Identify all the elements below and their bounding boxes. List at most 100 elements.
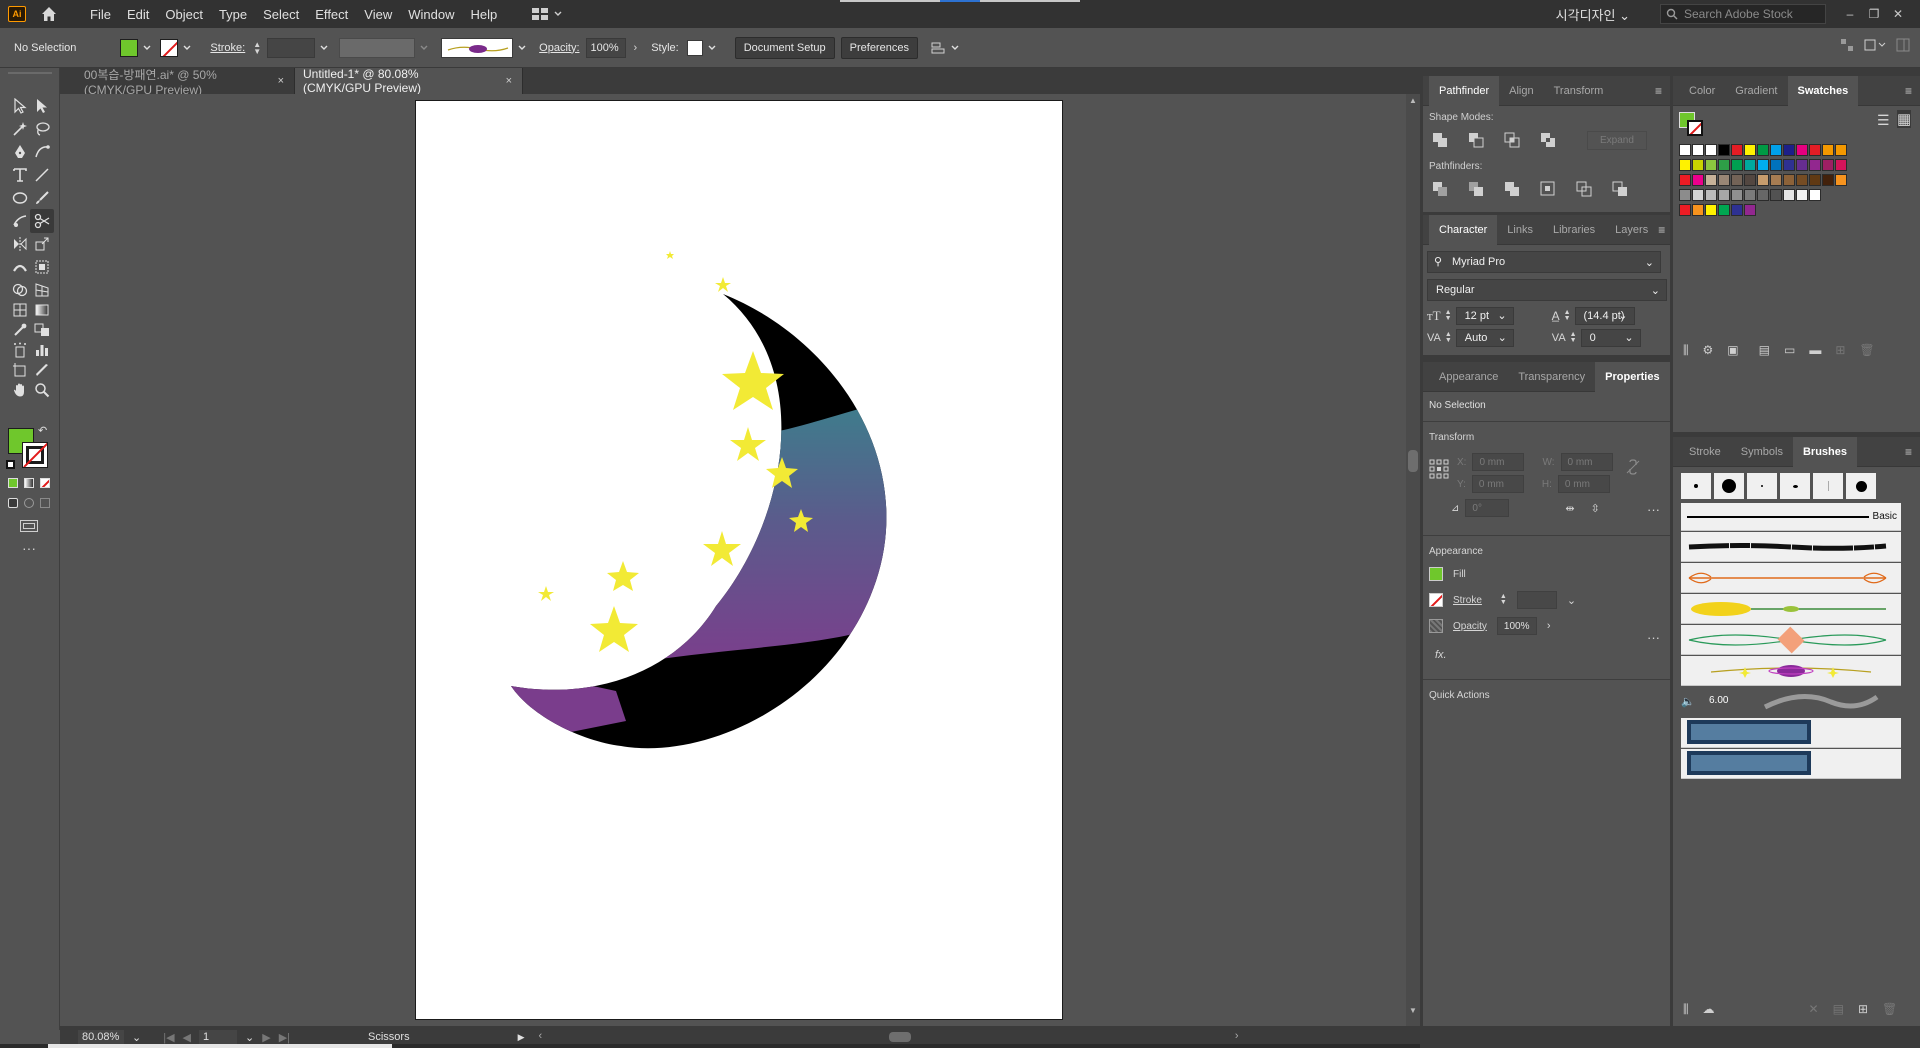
list-view-icon[interactable]: ☰ [1877, 112, 1890, 129]
menu-window[interactable]: Window [400, 7, 462, 22]
horizontal-scroll-thumb[interactable] [888, 1032, 911, 1042]
swatch[interactable] [1822, 159, 1834, 171]
tab-appearance[interactable]: Appearance [1429, 362, 1508, 392]
swatch[interactable] [1718, 204, 1730, 216]
swatch[interactable] [1783, 189, 1795, 201]
tab-align[interactable]: Align [1499, 76, 1543, 106]
scroll-down-arrow[interactable]: ▼ [1409, 1006, 1417, 1015]
stepper-icon[interactable]: ▲ ▼ [253, 40, 261, 55]
grid-view-icon[interactable]: ▦ [1897, 110, 1912, 128]
gradient-mode-button[interactable] [24, 478, 34, 488]
brush-yellow-splash[interactable] [1681, 594, 1901, 624]
shaper-tool[interactable] [8, 209, 32, 233]
crescent-moon-artwork[interactable] [416, 101, 1064, 1021]
swatch[interactable] [1731, 144, 1743, 156]
variable-width-profile[interactable] [339, 37, 416, 58]
divide-icon[interactable] [1429, 178, 1451, 200]
scale-tool[interactable] [30, 232, 54, 256]
swatch[interactable] [1731, 204, 1743, 216]
lasso-tool[interactable] [30, 117, 54, 141]
brush-dot-medium[interactable] [1846, 473, 1876, 499]
swatch[interactable] [1770, 174, 1782, 186]
swatch[interactable] [1679, 189, 1691, 201]
canvas-area[interactable]: ▲ ▼ [60, 94, 1420, 1026]
last-artboard-button[interactable]: ▶| [279, 1031, 290, 1044]
stroke-color-box[interactable] [22, 442, 48, 468]
close-tab-button[interactable]: × [506, 75, 512, 87]
menu-file[interactable]: File [82, 7, 119, 22]
tab-transform[interactable]: Transform [1544, 76, 1614, 106]
brush-dot-tiny[interactable] [1747, 473, 1777, 499]
swatch[interactable] [1757, 174, 1769, 186]
swatch[interactable] [1809, 144, 1821, 156]
delete-brush-icon[interactable]: 🗑 [1882, 1002, 1897, 1016]
menu-effect[interactable]: Effect [307, 7, 356, 22]
fx-button[interactable]: fx. [1435, 649, 1664, 661]
stroke-weight-field[interactable] [1516, 591, 1557, 609]
merge-icon[interactable] [1501, 178, 1523, 200]
chevron-down-icon[interactable]: ⌄ [245, 1031, 254, 1044]
expand-button[interactable]: Expand [1587, 130, 1647, 150]
swatch[interactable] [1718, 144, 1730, 156]
swatch[interactable] [1809, 159, 1821, 171]
fill-swatch[interactable] [1429, 567, 1443, 581]
vertical-scroll-thumb[interactable] [1408, 450, 1418, 472]
type-tool[interactable] [8, 163, 32, 187]
fill-swatch[interactable] [120, 38, 139, 57]
crop-icon[interactable] [1537, 178, 1559, 200]
brush-dot-small[interactable] [1681, 473, 1711, 499]
menu-type[interactable]: Type [211, 7, 255, 22]
panel-options-icon[interactable] [1864, 38, 1886, 52]
swatch[interactable] [1783, 174, 1795, 186]
scroll-up-arrow[interactable]: ▲ [1409, 96, 1417, 105]
restore-button[interactable]: ❐ [1862, 7, 1886, 21]
menu-help[interactable]: Help [462, 7, 505, 22]
minus-front-icon[interactable] [1465, 129, 1487, 151]
font-size-field[interactable]: 12 pt ⌄ [1455, 307, 1514, 325]
swatch[interactable] [1692, 159, 1704, 171]
close-tab-button[interactable]: × [278, 75, 284, 87]
swatch[interactable] [1744, 159, 1756, 171]
document-tab[interactable]: 00복습-방패연.ai* @ 50% (CMYK/GPU Preview) × [60, 68, 295, 97]
swatch[interactable] [1718, 174, 1730, 186]
chevron-down-icon[interactable] [142, 43, 152, 53]
tab-libraries[interactable]: Libraries [1543, 215, 1605, 245]
swatch[interactable] [1705, 189, 1717, 201]
brush-oval[interactable] [1780, 473, 1810, 499]
swatch[interactable] [1809, 189, 1821, 201]
tab-swatches[interactable]: Swatches [1787, 75, 1859, 106]
reference-point-icon[interactable] [1429, 459, 1449, 479]
libraries-panel-icon[interactable]: ☁ [1703, 1002, 1715, 1016]
stepper-icon[interactable]: ▲ ▼ [1445, 309, 1452, 322]
direct-selection-tool[interactable] [30, 94, 54, 118]
swatch[interactable] [1770, 189, 1782, 201]
swatch[interactable] [1705, 144, 1717, 156]
delete-swatch-icon[interactable]: 🗑 [1859, 343, 1874, 357]
menu-edit[interactable]: Edit [119, 7, 157, 22]
brush-blue-pattern[interactable] [1681, 718, 1901, 748]
swatch[interactable] [1757, 189, 1769, 201]
width-tool[interactable] [8, 255, 32, 279]
graphic-style-swatch[interactable] [686, 39, 703, 56]
w-field[interactable]: 0 mm [1560, 453, 1613, 471]
stroke-label[interactable]: Stroke: [210, 42, 245, 54]
swatch[interactable] [1718, 159, 1730, 171]
stroke-label[interactable]: Stroke [1453, 595, 1482, 606]
zoom-tool[interactable] [30, 378, 54, 402]
draw-behind-button[interactable] [24, 498, 34, 508]
swatch[interactable] [1692, 144, 1704, 156]
minimize-button[interactable]: – [1838, 7, 1862, 21]
unite-icon[interactable] [1429, 129, 1451, 151]
align-objects-icon[interactable] [930, 40, 946, 56]
swatch-libraries-icon[interactable]: ⫼ [1683, 343, 1689, 358]
chevron-down-icon[interactable]: ⌄ [1567, 594, 1576, 607]
swatch[interactable] [1692, 174, 1704, 186]
paintbrush-tool[interactable] [30, 186, 54, 210]
brush-purple-planet[interactable] [1681, 656, 1901, 686]
artboard[interactable] [415, 100, 1063, 1020]
color-mode-button[interactable] [8, 478, 18, 488]
opacity-label[interactable]: Opacity: [539, 42, 579, 54]
horizontal-scrollbar[interactable]: ‹ › [539, 1030, 1239, 1044]
chevron-down-icon[interactable] [517, 43, 527, 53]
tab-transparency[interactable]: Transparency [1508, 362, 1595, 392]
